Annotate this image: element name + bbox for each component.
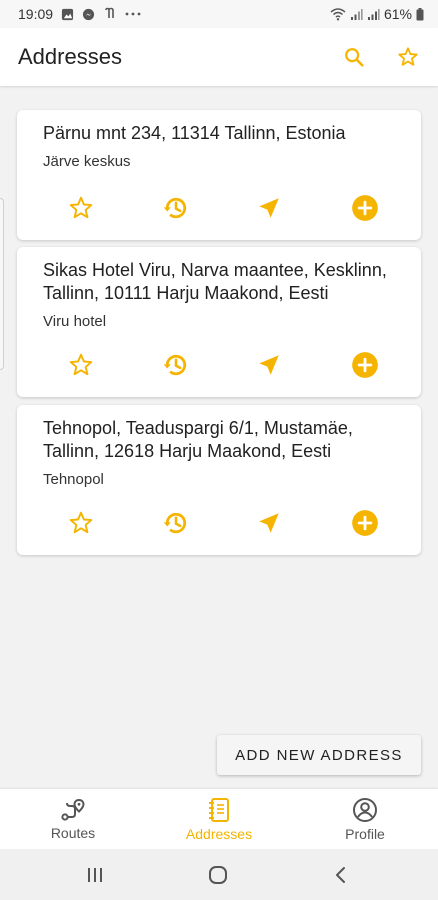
status-time: 19:09: [18, 6, 54, 22]
add-circle-icon: [352, 510, 378, 536]
address-title: Pärnu mnt 234, 11314 Tallinn, Estonia: [43, 123, 346, 143]
address-card[interactable]: Pärnu mnt 234, 11314 Tallinn, Estonia Jä…: [17, 110, 421, 240]
history-icon: [163, 512, 187, 534]
favorites-button[interactable]: [396, 45, 420, 69]
search-button[interactable]: [342, 45, 366, 69]
home-button[interactable]: [204, 861, 232, 889]
bottom-navigation: Routes Addresses Profile: [0, 789, 438, 849]
routes-icon: [61, 798, 85, 821]
battery-icon: [416, 7, 424, 21]
signal-icon: [367, 8, 380, 21]
history-icon: [163, 197, 187, 219]
address-subtitle: Tehnopol: [43, 471, 104, 488]
navigate-button[interactable]: [253, 349, 285, 381]
address-subtitle: Järve keskus: [43, 153, 131, 170]
nav-item-routes[interactable]: Routes: [0, 789, 146, 849]
addresses-icon: [209, 797, 229, 822]
home-icon: [209, 866, 227, 884]
add-button[interactable]: [349, 349, 381, 381]
system-navigation-bar: [0, 849, 438, 900]
navigate-button[interactable]: [253, 507, 285, 539]
add-circle-icon: [352, 352, 378, 378]
navigate-icon: [259, 513, 279, 533]
back-button[interactable]: [327, 861, 355, 889]
signal-icon: [350, 8, 363, 21]
history-button[interactable]: [160, 349, 192, 381]
history-button[interactable]: [160, 507, 192, 539]
more-icon: [125, 11, 141, 17]
battery-level: 61%: [383, 6, 412, 22]
nav-label-addresses: Addresses: [185, 825, 253, 842]
profile-icon: [353, 797, 377, 822]
star-outline-icon: [398, 47, 418, 66]
favorite-button[interactable]: [65, 507, 97, 539]
nav-item-addresses[interactable]: Addresses: [146, 789, 292, 849]
add-circle-icon: [352, 195, 378, 221]
nav-label-routes: Routes: [50, 824, 96, 841]
recent-apps-icon: [88, 868, 102, 882]
music-icon: [103, 7, 117, 21]
add-button[interactable]: [349, 192, 381, 224]
recent-apps-button[interactable]: [81, 861, 109, 889]
image-icon: [61, 8, 74, 21]
navigate-icon: [259, 355, 279, 375]
app-bar: Addresses: [0, 28, 438, 86]
navigate-button[interactable]: [253, 192, 285, 224]
search-icon: [345, 48, 364, 67]
address-card[interactable]: Sikas Hotel Viru, Narva maantee, Kesklin…: [17, 247, 421, 397]
navigate-icon: [259, 198, 279, 218]
address-card[interactable]: Tehnopol, Teaduspargi 6/1, Mustamäe, Tal…: [17, 405, 421, 555]
address-subtitle: Viru hotel: [43, 313, 107, 330]
wifi-icon: [330, 7, 346, 21]
history-button[interactable]: [160, 192, 192, 224]
favorite-star-icon: [69, 511, 93, 534]
address-title: Tehnopol, Teaduspargi 6/1, Mustamäe, Tal…: [43, 418, 353, 461]
nav-item-profile[interactable]: Profile: [292, 789, 438, 849]
status-bar: 19:09 61%: [0, 0, 438, 28]
add-new-address-button[interactable]: ADD NEW ADDRESS: [217, 735, 421, 775]
add-button[interactable]: [349, 507, 381, 539]
drawer-edge-handle[interactable]: [0, 198, 4, 370]
back-icon: [336, 867, 345, 883]
nav-label-profile: Profile: [345, 825, 385, 842]
address-title: Sikas Hotel Viru, Narva maantee, Kesklin…: [43, 260, 387, 303]
messenger-icon: [82, 8, 95, 21]
favorite-button[interactable]: [65, 192, 97, 224]
favorite-button[interactable]: [65, 349, 97, 381]
history-icon: [163, 354, 187, 376]
favorite-star-icon: [69, 353, 93, 376]
favorite-star-icon: [69, 196, 93, 219]
page-title: Addresses: [18, 44, 122, 69]
